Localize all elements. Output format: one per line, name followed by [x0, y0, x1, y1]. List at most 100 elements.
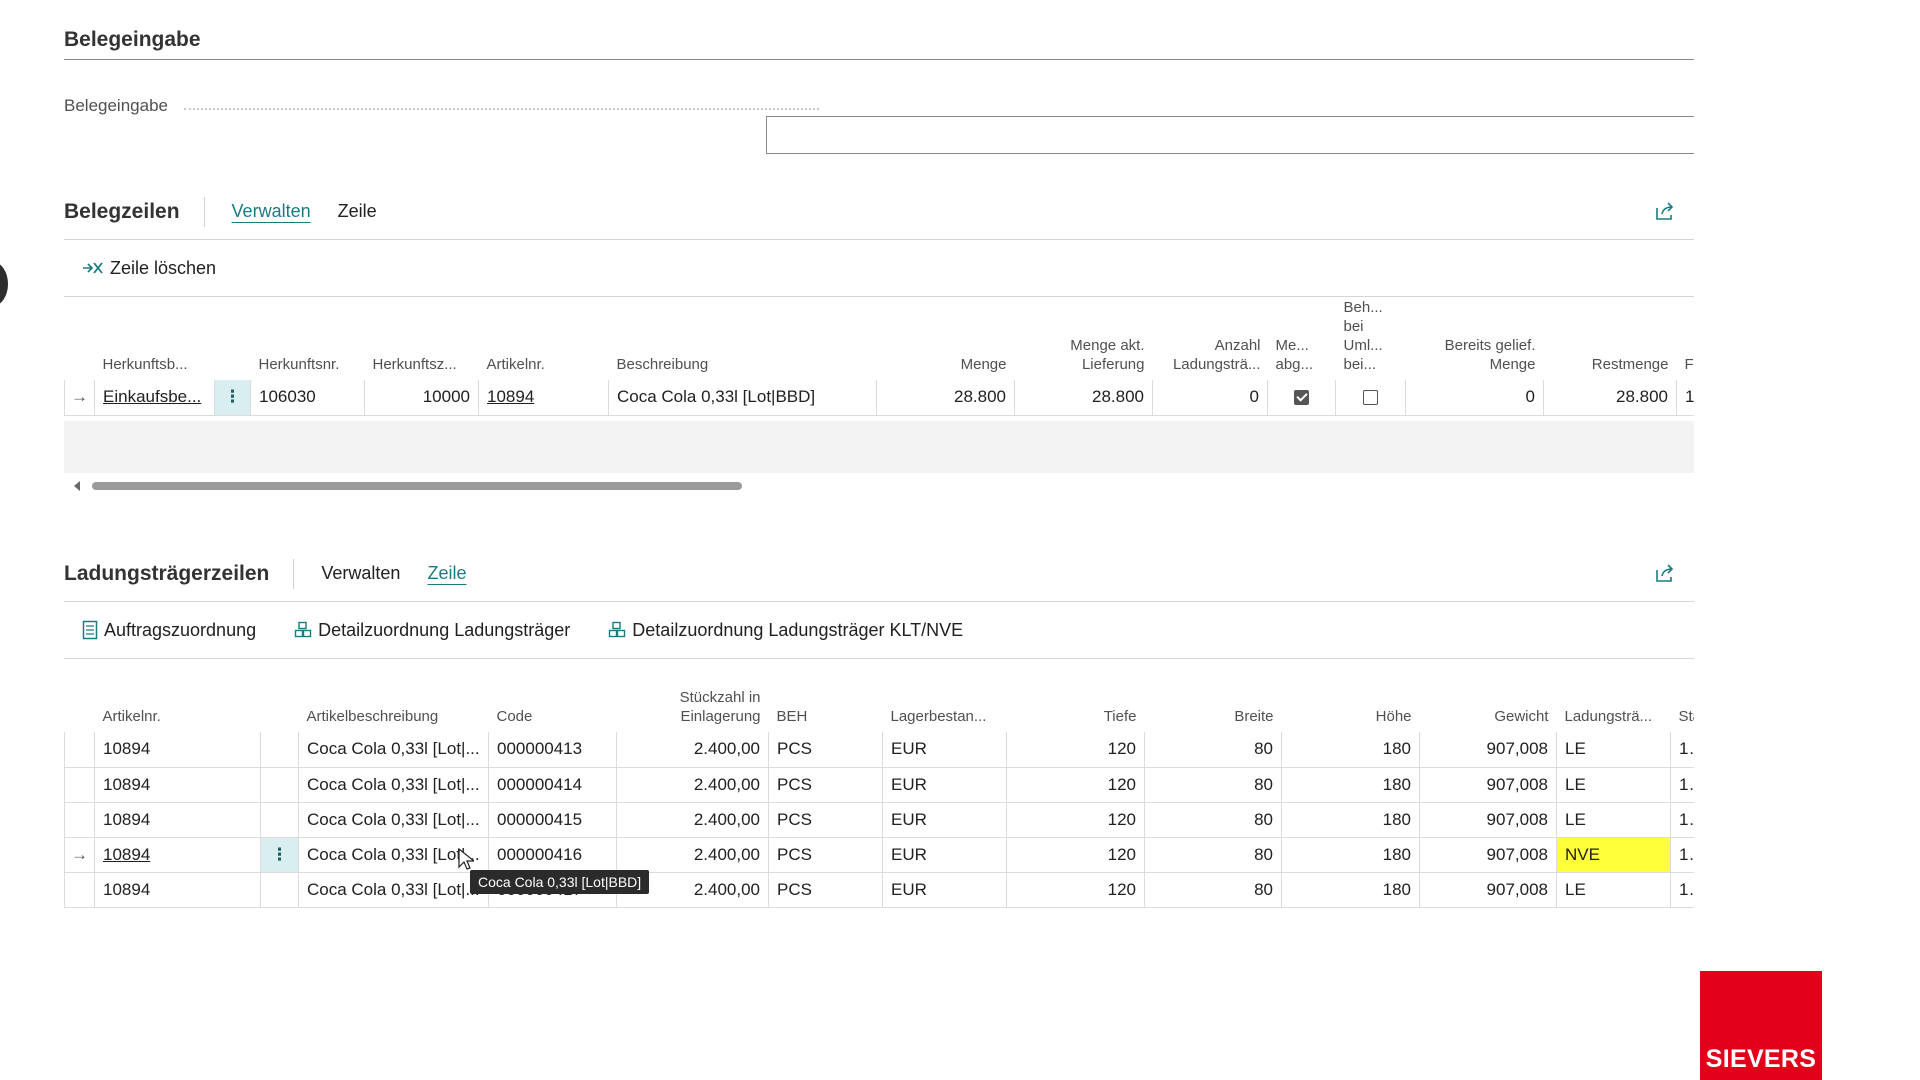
cell-code[interactable]: 000000416 [488, 837, 617, 873]
cell-hoehe[interactable]: 180 [1281, 767, 1420, 803]
table-row[interactable]: 10894 Coca Cola 0,33l [Lot|... 000000415 2.… [64, 802, 1694, 838]
col-gewicht[interactable]: Gewicht [1420, 659, 1557, 732]
col-herkunftszeile[interactable]: Herkunftsz... [365, 297, 479, 380]
cell-hoehe[interactable]: 180 [1281, 872, 1420, 908]
cell-breite[interactable]: 80 [1144, 732, 1282, 768]
col-bereits-geliefert[interactable]: Bereits gelief. Menge [1406, 297, 1544, 380]
cell-gewicht[interactable]: 907,008 [1419, 837, 1557, 873]
checkbox-behandlung-umlagerung[interactable] [1335, 380, 1406, 416]
col-artikelnr[interactable]: Artikelnr. [479, 297, 609, 380]
cell-tiefe[interactable]: 120 [1006, 837, 1145, 873]
col-status[interactable]: Status [1671, 659, 1695, 732]
cell-menge[interactable]: 28.800 [876, 380, 1015, 416]
side-panel-handle[interactable] [0, 262, 8, 306]
cell-stueckzahl[interactable]: 2.400,00 [616, 767, 769, 803]
cell-beh[interactable]: PCS [768, 837, 883, 873]
col-tiefe[interactable]: Tiefe [1007, 659, 1145, 732]
col-artikelnr[interactable]: Artikelnr. [95, 659, 261, 732]
cell-restmenge[interactable]: 28.800 [1543, 380, 1677, 416]
cell-lagerbestand[interactable]: EUR [882, 802, 1007, 838]
cell-gewicht[interactable]: 907,008 [1419, 767, 1557, 803]
cell-tiefe[interactable]: 120 [1006, 872, 1145, 908]
cell-hoehe[interactable]: 180 [1281, 802, 1420, 838]
cell-artikelnr[interactable]: 10894 [94, 732, 261, 768]
table-row[interactable]: → Einkaufsbe... ⋮ 106030 10000 10894 Coc… [64, 380, 1694, 416]
cell-beh[interactable]: PCS [768, 732, 883, 768]
col-breite[interactable]: Breite [1145, 659, 1282, 732]
table-row[interactable]: 10894Coca Cola 0,33l [Lot|...0000004172.… [64, 872, 1694, 908]
cell-artikelnr[interactable]: 10894 [94, 767, 261, 803]
col-lagerbestand[interactable]: Lagerbestan... [883, 659, 1007, 732]
cell-beh[interactable]: PCS [768, 802, 883, 838]
col-beschreibung[interactable]: Beschreibung [609, 297, 877, 380]
cell-tiefe[interactable]: 120 [1006, 732, 1145, 768]
cell-tiefe[interactable]: 120 [1006, 802, 1145, 838]
row-menu-icon[interactable] [260, 872, 299, 908]
cell-tiefe[interactable]: 120 [1006, 767, 1145, 803]
cell-status[interactable]: 1-WI [1670, 837, 1694, 873]
cell-stueckzahl[interactable]: 2.400,00 [616, 802, 769, 838]
scrollbar-thumb[interactable] [92, 482, 742, 490]
checkbox-menge-abgeschlossen[interactable] [1267, 380, 1336, 416]
share-icon[interactable] [1654, 200, 1676, 222]
col-behandlung-umlagerung[interactable]: Beh... bei Uml... bei... [1336, 297, 1406, 380]
belegeingabe-input[interactable] [766, 116, 1694, 154]
cell-hoehe[interactable]: 180 [1281, 837, 1420, 873]
cell-artikelnr[interactable]: 10894 [94, 872, 261, 908]
col-stueckzahl[interactable]: Stückzahl in Einlagerung [617, 659, 769, 732]
cell-ladungstraeger[interactable]: LE [1556, 872, 1671, 908]
cell-lagerbestand[interactable]: EUR [882, 872, 1007, 908]
cell-ladungstraeger[interactable]: LE [1556, 732, 1671, 768]
cell-herkunftsart[interactable]: Einkaufsbe... [94, 380, 215, 416]
cell-gewicht[interactable]: 907,008 [1419, 872, 1557, 908]
col-ladungstraeger[interactable]: Ladungsträ... [1557, 659, 1671, 732]
tab-zeile[interactable]: Zeile [338, 201, 377, 222]
cell-beh[interactable]: PCS [768, 767, 883, 803]
cell-beh[interactable]: PCS [768, 872, 883, 908]
col-restmenge[interactable]: Restmenge [1544, 297, 1677, 380]
table-row[interactable]: 10894 Coca Cola 0,33l [Lot|... 000000414 2.… [64, 767, 1694, 803]
cell-status[interactable]: 1-WI [1670, 767, 1694, 803]
cell-code[interactable]: 000000414 [488, 767, 617, 803]
tab-zeile[interactable]: Zeile [427, 563, 466, 584]
table-row[interactable]: → 10894 ⋮ Coca Cola 0,33l [Lot|... 000000416… [64, 837, 1694, 873]
cell-herkunftszeile[interactable]: 10000 [364, 380, 479, 416]
col-artikelbeschreibung[interactable]: Artikelbeschreibung [299, 659, 489, 732]
row-menu-icon[interactable] [260, 732, 299, 768]
detailzuordnung-klt-nve-button[interactable]: Detailzuordnung Ladungsträger KLT/NVE [608, 620, 963, 641]
cell-breite[interactable]: 80 [1144, 872, 1282, 908]
cell-ladungstraeger[interactable]: LE [1556, 767, 1671, 803]
cell-code[interactable]: 000000413 [488, 732, 617, 768]
col-menge[interactable]: Menge [877, 297, 1015, 380]
cell-herkunftsnr[interactable]: 106030 [250, 380, 365, 416]
cell-breite[interactable]: 80 [1144, 837, 1282, 873]
cell-artikelbeschreibung[interactable]: Coca Cola 0,33l [Lot|... [298, 802, 489, 838]
horizontal-scrollbar[interactable] [64, 477, 1694, 493]
auftragszuordnung-button[interactable]: Auftragszuordnung [82, 620, 256, 641]
cell-artikelnr[interactable]: 10894 [94, 837, 261, 873]
cell-ladungstraeger[interactable]: LE [1556, 802, 1671, 838]
cell-anzahl-ladungstraeger[interactable]: 0 [1152, 380, 1268, 416]
cell-stueckzahl[interactable]: 2.400,00 [616, 837, 769, 873]
cell-faellig[interactable]: 1 [1676, 380, 1694, 416]
cell-bereits-geliefert[interactable]: 0 [1405, 380, 1544, 416]
cell-status[interactable]: 1-WI [1670, 732, 1694, 768]
tab-verwalten[interactable]: Verwalten [232, 201, 311, 222]
cell-gewicht[interactable]: 907,008 [1419, 732, 1557, 768]
cell-artikelbeschreibung[interactable]: Coca Cola 0,33l [Lot|... [298, 872, 489, 908]
col-menge-abgeschlossen[interactable]: Me... abg... [1268, 297, 1336, 380]
cell-stueckzahl[interactable]: 2.400,00 [616, 732, 769, 768]
cell-artikelbeschreibung[interactable]: Coca Cola 0,33l [Lot|... [298, 732, 489, 768]
col-menge-akt-lieferung[interactable]: Menge akt. Lieferung [1015, 297, 1153, 380]
cell-gewicht[interactable]: 907,008 [1419, 802, 1557, 838]
row-menu-icon[interactable]: ⋮ [214, 380, 251, 416]
cell-artikelbeschreibung[interactable]: Coca Cola 0,33l [Lot|... [298, 767, 489, 803]
cell-artikelnr[interactable]: 10894 [478, 380, 609, 416]
cell-beschreibung[interactable]: Coca Cola 0,33l [Lot|BBD] [608, 380, 877, 416]
cell-lagerbestand[interactable]: EUR [882, 732, 1007, 768]
cell-lagerbestand[interactable]: EUR [882, 837, 1007, 873]
col-faellig[interactable]: Fä [1677, 297, 1695, 380]
delete-line-button[interactable]: Zeile löschen [82, 258, 216, 279]
cell-breite[interactable]: 80 [1144, 802, 1282, 838]
cell-hoehe[interactable]: 180 [1281, 732, 1420, 768]
